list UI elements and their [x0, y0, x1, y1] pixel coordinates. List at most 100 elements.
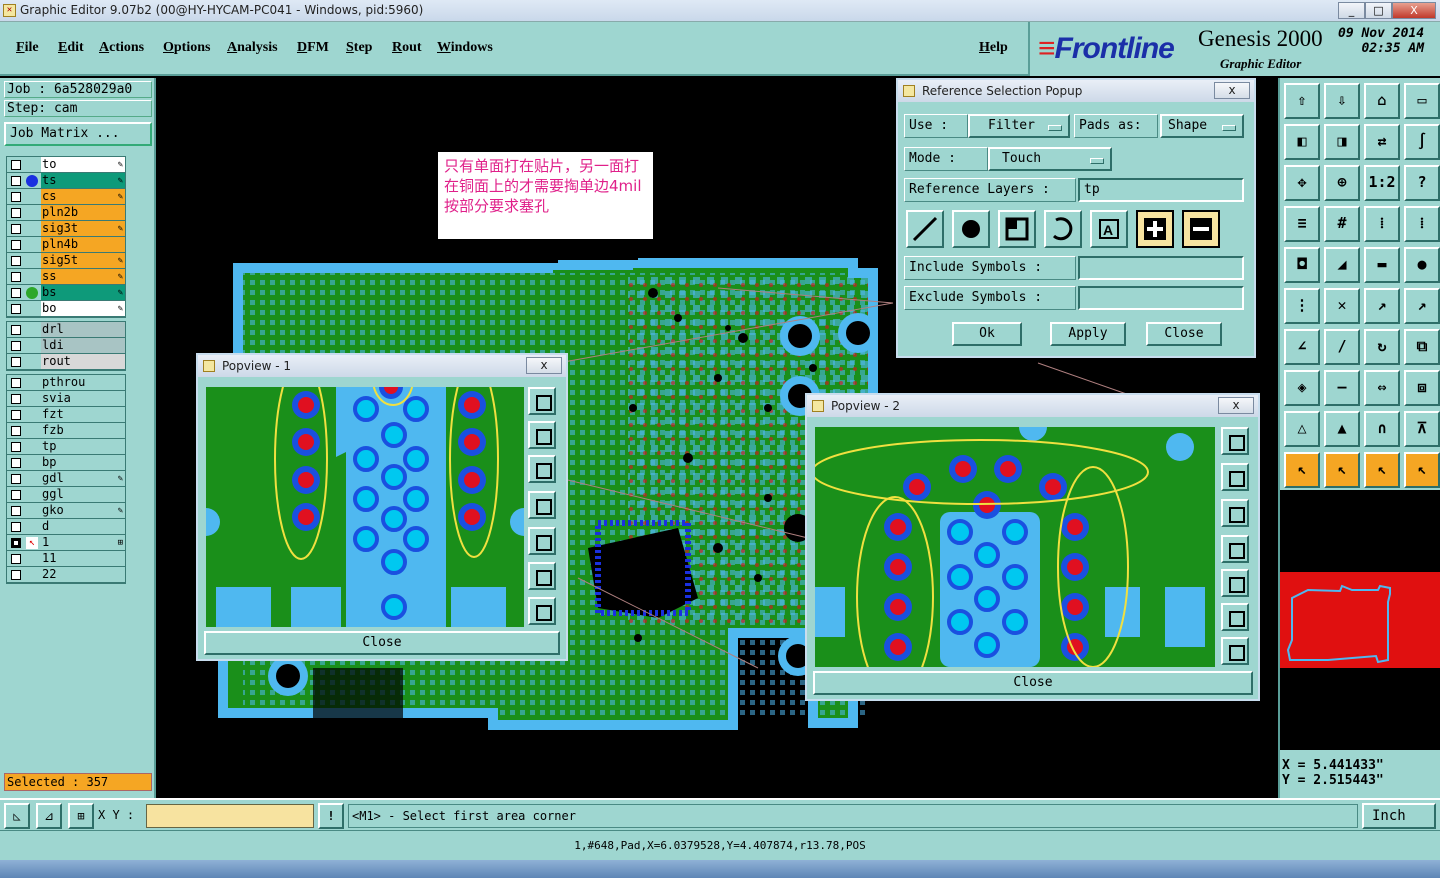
minimize-button[interactable]: _: [1338, 2, 1365, 19]
ref-popup-close-x[interactable]: x: [1214, 82, 1250, 99]
layer-checkbox[interactable]: [11, 224, 21, 234]
popview-2-close-x[interactable]: x: [1218, 397, 1254, 414]
close-window-button[interactable]: X: [1392, 2, 1436, 19]
layer-name[interactable]: rout: [41, 354, 125, 369]
snap-icon[interactable]: ◺: [4, 803, 30, 829]
close-button[interactable]: Close: [1146, 322, 1222, 346]
layer-name[interactable]: fzb: [41, 423, 125, 438]
popview-2-zoom[interactable]: [815, 427, 1215, 667]
include-symbols-input[interactable]: [1078, 256, 1244, 280]
menu-actions[interactable]: Actions: [99, 40, 144, 56]
rotate-icon[interactable]: ↻: [1364, 329, 1400, 365]
triangle-icon[interactable]: △: [1284, 411, 1320, 447]
popview-1-zoom-fit-icon[interactable]: [528, 387, 556, 415]
pad-shape-filter-icon[interactable]: [952, 210, 990, 248]
layer-name[interactable]: sig3t ✎: [41, 221, 125, 236]
measure-icon[interactable]: ⊿: [36, 803, 62, 829]
arch-flat-icon[interactable]: ⊼: [1404, 411, 1440, 447]
zoom-center-icon[interactable]: ⊕: [1324, 165, 1360, 201]
layer-row-pthrou[interactable]: pthrou: [7, 375, 125, 391]
select-pads-icon[interactable]: ⁞: [1404, 206, 1440, 242]
layer-name[interactable]: bp: [41, 455, 125, 470]
step-up-icon[interactable]: ⇧: [1284, 83, 1320, 119]
layer-name[interactable]: 22: [41, 567, 125, 582]
layer-checkbox[interactable]: [11, 272, 21, 282]
layer-checkbox[interactable]: [11, 357, 21, 367]
link-icon[interactable]: ↗: [1404, 288, 1440, 324]
layer-checkbox[interactable]: [11, 410, 21, 420]
layer-name[interactable]: ss ✎: [41, 269, 125, 284]
angle-icon[interactable]: ∠: [1284, 329, 1320, 365]
popview-1-pan-right-icon[interactable]: [528, 527, 556, 555]
layer-checkbox[interactable]: [11, 341, 21, 351]
menu-rout[interactable]: Rout: [392, 40, 422, 56]
popview-2-close-button[interactable]: Close: [813, 671, 1253, 695]
layer-name[interactable]: svia: [41, 391, 125, 406]
layer-checkbox[interactable]: [11, 474, 21, 484]
layer-row-gko[interactable]: gko ✎: [7, 503, 125, 519]
layer-checkbox[interactable]: [11, 256, 21, 266]
layer-name[interactable]: bo ✎: [41, 301, 125, 316]
layer-row-pln4b[interactable]: pln4b: [7, 237, 125, 253]
layer-name[interactable]: gdl ✎: [41, 471, 125, 486]
grid-toggle-icon[interactable]: #: [1324, 206, 1360, 242]
feature-info-icon[interactable]: ≡: [1284, 206, 1320, 242]
layer-row-pln2b[interactable]: pln2b: [7, 205, 125, 221]
popview-2-zoom-fit-icon[interactable]: [1221, 427, 1249, 455]
group-icon[interactable]: ⧈: [1404, 370, 1440, 406]
xy-input[interactable]: [146, 804, 314, 828]
menu-step[interactable]: Step: [346, 40, 372, 56]
cursor-icon[interactable]: ↖: [1284, 452, 1320, 488]
layer-name[interactable]: bs ✎: [41, 285, 125, 300]
surface-shape-filter-icon[interactable]: [998, 210, 1036, 248]
reference-layers-input[interactable]: tp: [1078, 178, 1244, 202]
layer-checkbox[interactable]: [11, 378, 21, 388]
layer-checkbox[interactable]: [11, 442, 21, 452]
swap-icon[interactable]: ⇄: [1364, 124, 1400, 160]
layer-name[interactable]: gko ✎: [41, 503, 125, 518]
layer-checkbox[interactable]: [11, 522, 21, 532]
arch-icon[interactable]: ∩: [1364, 411, 1400, 447]
cross-icon[interactable]: ✕: [1324, 288, 1360, 324]
layer-row-rout[interactable]: rout: [7, 354, 125, 370]
layer-name[interactable]: ldi: [41, 338, 125, 353]
layer-checkbox[interactable]: [11, 458, 21, 468]
layer-row-cs[interactable]: cs ✎: [7, 189, 125, 205]
layer-checkbox[interactable]: [11, 554, 21, 564]
layer-row-1[interactable]: ↖ 1 ⊞: [7, 535, 125, 551]
layer-row-fzt[interactable]: fzt: [7, 407, 125, 423]
apply-button[interactable]: Apply: [1050, 322, 1126, 346]
node-icon[interactable]: ◈: [1284, 370, 1320, 406]
layer-name[interactable]: ts ✎: [41, 173, 125, 188]
line-cut-icon[interactable]: —: [1324, 370, 1360, 406]
layer-row-bo[interactable]: bo ✎: [7, 301, 125, 317]
ok-button[interactable]: Ok: [952, 322, 1022, 346]
maximize-button[interactable]: □: [1365, 2, 1392, 19]
layer-checkbox[interactable]: [11, 506, 21, 516]
mode-dropdown[interactable]: Touch: [988, 147, 1112, 171]
layer-name[interactable]: to ✎: [41, 157, 125, 172]
cursor-circle-icon[interactable]: ↖: [1364, 452, 1400, 488]
layer-checkbox[interactable]: [11, 538, 21, 548]
layer-row-bp[interactable]: bp: [7, 455, 125, 471]
scissors-icon[interactable]: ∫: [1404, 124, 1440, 160]
popview-2-pan-right-icon[interactable]: [1221, 569, 1249, 597]
cursor-box-icon[interactable]: ↖: [1324, 452, 1360, 488]
layer-checkbox[interactable]: [11, 240, 21, 250]
home-icon[interactable]: ⌂: [1364, 83, 1400, 119]
popview-2-pan-up-icon[interactable]: [1221, 463, 1249, 491]
slash-icon[interactable]: /: [1324, 329, 1360, 365]
popview-2-zoom-in-icon[interactable]: [1221, 603, 1249, 631]
popview-1-close-x[interactable]: x: [526, 357, 562, 374]
layer-checkbox[interactable]: [11, 304, 21, 314]
job-matrix-button[interactable]: Job Matrix ...: [4, 122, 152, 146]
layer-row-11[interactable]: 11: [7, 551, 125, 567]
layer-name[interactable]: pln2b: [41, 205, 125, 220]
zoom-fit-icon[interactable]: ✥: [1284, 165, 1320, 201]
circle-select-icon[interactable]: ●: [1404, 247, 1440, 283]
ruler-icon[interactable]: ▬: [1364, 247, 1400, 283]
menu-analysis[interactable]: Analysis: [227, 40, 278, 56]
scale-icon[interactable]: 1:2: [1364, 165, 1400, 201]
layer-checkbox[interactable]: [11, 288, 21, 298]
layer-row-ts[interactable]: ts ✎: [7, 173, 125, 189]
